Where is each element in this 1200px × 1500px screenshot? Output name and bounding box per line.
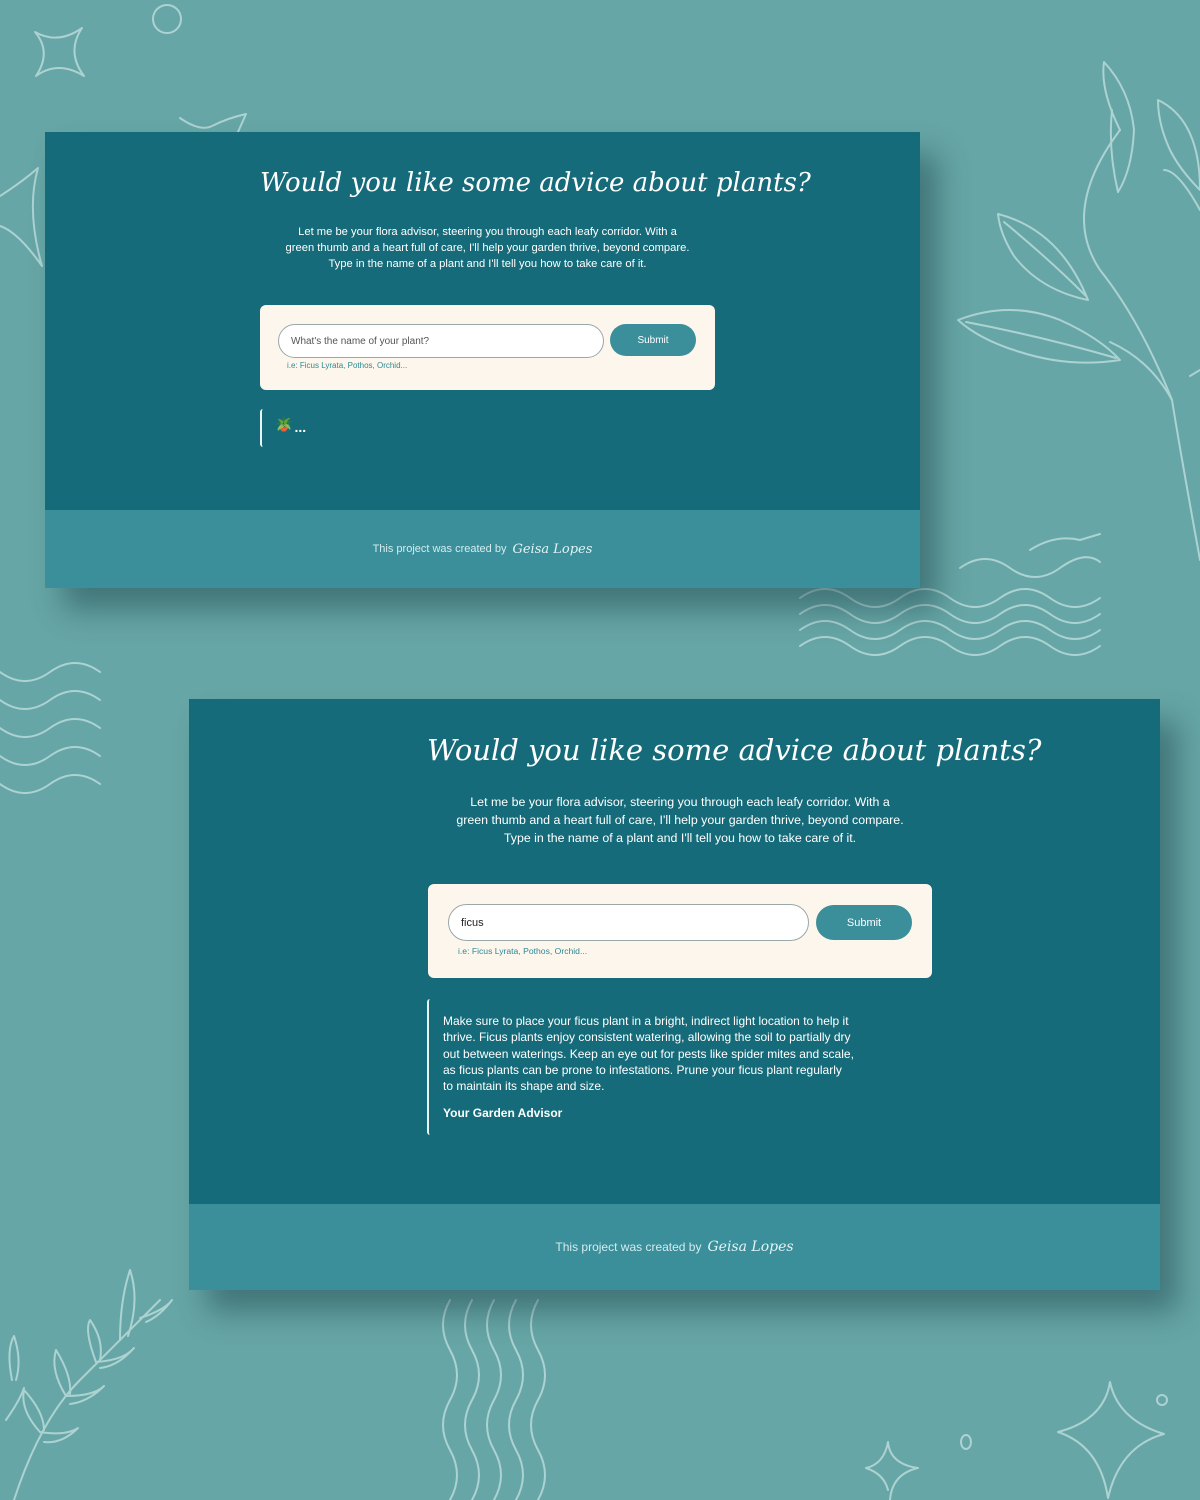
advice-line: thrive. Ficus plants enjoy consistent wa… [443, 1030, 851, 1045]
answer-bar [427, 999, 433, 1135]
submit-button[interactable]: Submit [610, 324, 696, 356]
circle-decoration [152, 4, 182, 34]
wave-lines-decoration [0, 662, 101, 794]
input-hint: i.e: Ficus Lyrata, Pothos, Orchid... [287, 361, 408, 370]
sparkle-decoration [0, 167, 43, 267]
wave-lines-decoration [442, 1299, 546, 1500]
advice-line: out between waterings. Keep an eye out f… [443, 1046, 854, 1061]
main-panel: Would you like some advice about plants?… [45, 132, 920, 510]
intro-line: Type in the name of a plant and I'll tel… [503, 830, 857, 845]
author-signature[interactable]: Geisa Lopes [707, 1239, 793, 1255]
potted-plant-icon: 🪴 [275, 415, 293, 432]
leaf-branch-decoration [957, 61, 1200, 561]
screenshot-answer-state: Would you like some advice about plants?… [189, 699, 1160, 1290]
sparkle-decoration [34, 27, 85, 77]
circle-decoration [960, 1434, 972, 1450]
search-form: Submit i.e: Ficus Lyrata, Pothos, Orchid… [428, 884, 932, 978]
loading-dots: ... [294, 419, 307, 435]
page-footer: This project was created by Geisa Lopes [45, 510, 920, 588]
intro-line: green thumb and a heart full of care, I'… [285, 242, 690, 255]
screenshot-initial-state: Would you like some advice about plants?… [45, 132, 920, 588]
advice-line: as ficus plants can be prone to infestat… [443, 1062, 842, 1077]
plant-name-input[interactable] [278, 324, 604, 358]
plant-advice-text: Make sure to place your ficus plant in a… [443, 1013, 933, 1095]
search-form: Submit i.e: Ficus Lyrata, Pothos, Orchid… [260, 305, 715, 390]
intro-line: Let me be your flora advisor, steering y… [298, 226, 677, 238]
circle-decoration [1156, 1394, 1168, 1406]
page-title: Would you like some advice about plants? [260, 168, 811, 198]
author-signature[interactable]: Geisa Lopes [512, 542, 592, 557]
advice-line: Make sure to place your ficus plant in a… [443, 1014, 849, 1028]
advisor-signature: Your Garden Advisor [443, 1106, 563, 1120]
crown-decoration [179, 113, 247, 133]
input-hint: i.e: Ficus Lyrata, Pothos, Orchid... [458, 946, 588, 956]
page-footer: This project was created by Geisa Lopes [189, 1204, 1160, 1290]
submit-button[interactable]: Submit [816, 905, 912, 940]
main-panel: Would you like some advice about plants?… [189, 699, 1160, 1204]
page-title: Would you like some advice about plants? [427, 733, 1042, 767]
loading-bar [260, 409, 266, 447]
advice-line: to maintain its shape and size. [443, 1079, 605, 1094]
intro-description: Let me be your flora advisor, steering y… [419, 794, 941, 848]
footer-text: This project was created by [372, 543, 507, 555]
leaf-branch-decoration [5, 1269, 173, 1500]
intro-line: Type in the name of a plant and I'll tel… [328, 258, 647, 271]
intro-line: green thumb and a heart full of care, I'… [456, 812, 904, 827]
intro-line: Let me be your flora advisor, steering y… [470, 795, 890, 809]
intro-description: Let me be your flora advisor, steering y… [250, 224, 725, 273]
sparkle-decoration [865, 1441, 919, 1500]
sparkle-decoration [1057, 1381, 1165, 1499]
plant-name-input[interactable] [448, 904, 809, 941]
footer-text: This project was created by [555, 1240, 702, 1254]
loading-indicator: 🪴 ... [275, 413, 307, 436]
